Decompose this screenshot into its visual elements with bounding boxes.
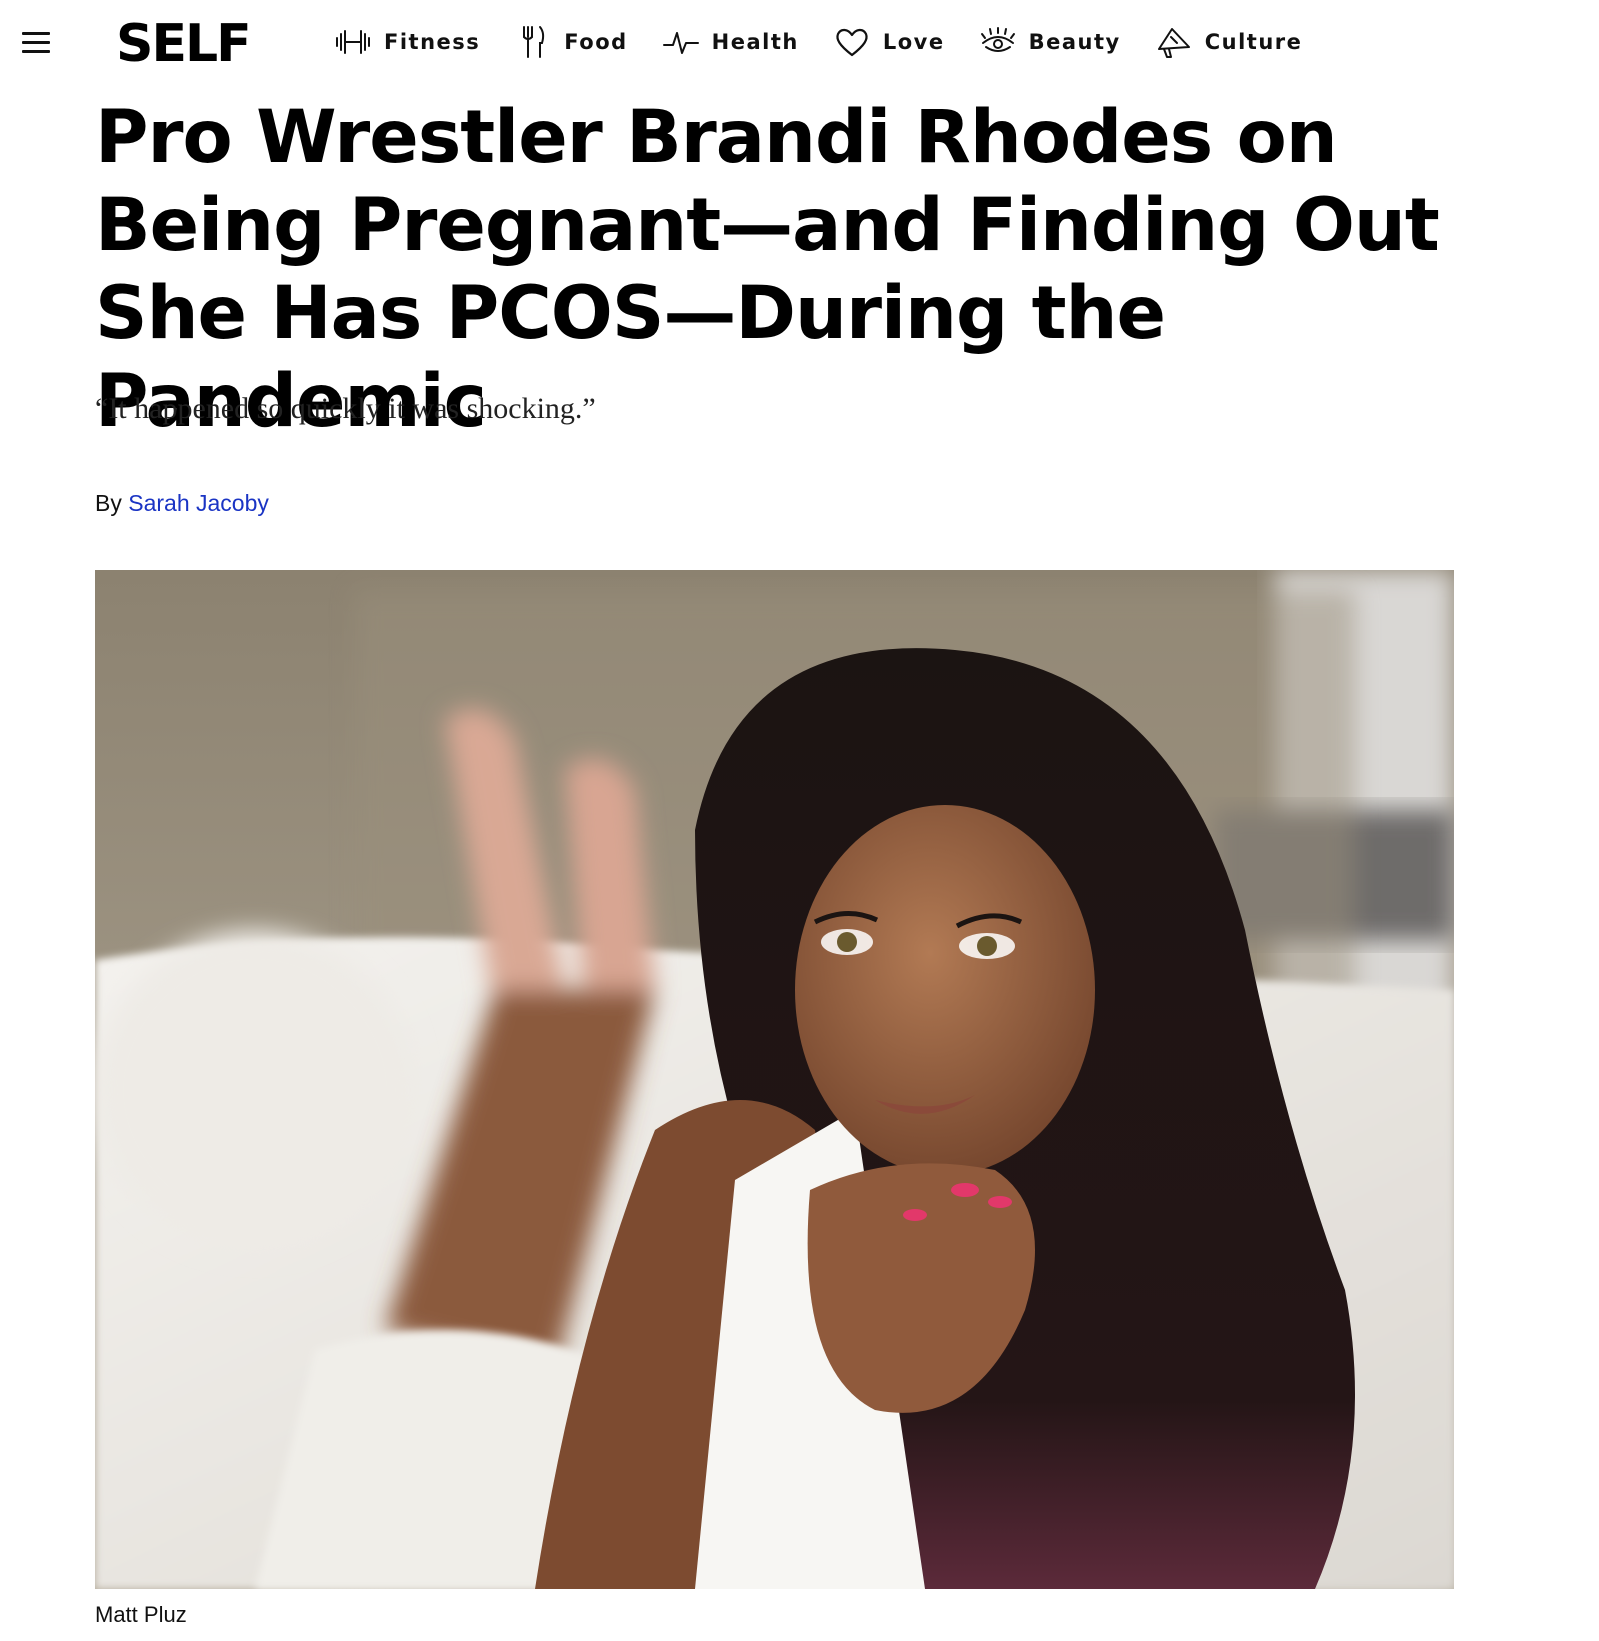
author-link[interactable]: Sarah Jacoby [128, 490, 269, 516]
nav-label-food: Food [564, 30, 628, 54]
primary-nav: Fitness Food Health Love Beauty Culture [334, 22, 1336, 62]
article-dek: “It happened so quickly it was shocking.… [95, 392, 596, 425]
photo-credit: Matt Pluz [95, 1602, 187, 1627]
site-header: SELF Fitness Food Health Love Beauty Cul… [0, 0, 1599, 84]
nav-label-culture: Culture [1204, 30, 1303, 54]
site-logo[interactable]: SELF [116, 14, 252, 74]
nav-item-love[interactable]: Love [833, 25, 945, 59]
nav-label-fitness: Fitness [384, 30, 481, 54]
nav-item-beauty[interactable]: Beauty [979, 25, 1121, 59]
nav-item-health[interactable]: Health [662, 25, 799, 59]
nav-label-health: Health [711, 30, 799, 54]
megaphone-icon [1157, 28, 1190, 58]
nav-item-food[interactable]: Food [514, 25, 627, 59]
menu-icon[interactable] [22, 32, 50, 54]
nav-label-love: Love [882, 30, 945, 54]
hero-photo[interactable] [95, 570, 1454, 1589]
nav-item-culture[interactable]: Culture [1155, 25, 1303, 59]
heartbeat-icon [662, 32, 699, 54]
byline-prefix: By [95, 490, 122, 516]
byline: By Sarah Jacoby [95, 490, 269, 517]
dumbbell-icon [336, 30, 370, 54]
fork-knife-icon [523, 26, 545, 58]
nav-item-fitness[interactable]: Fitness [334, 25, 480, 59]
heart-icon [836, 28, 868, 57]
eyelash-icon [980, 27, 1015, 52]
nav-label-beauty: Beauty [1028, 30, 1121, 54]
